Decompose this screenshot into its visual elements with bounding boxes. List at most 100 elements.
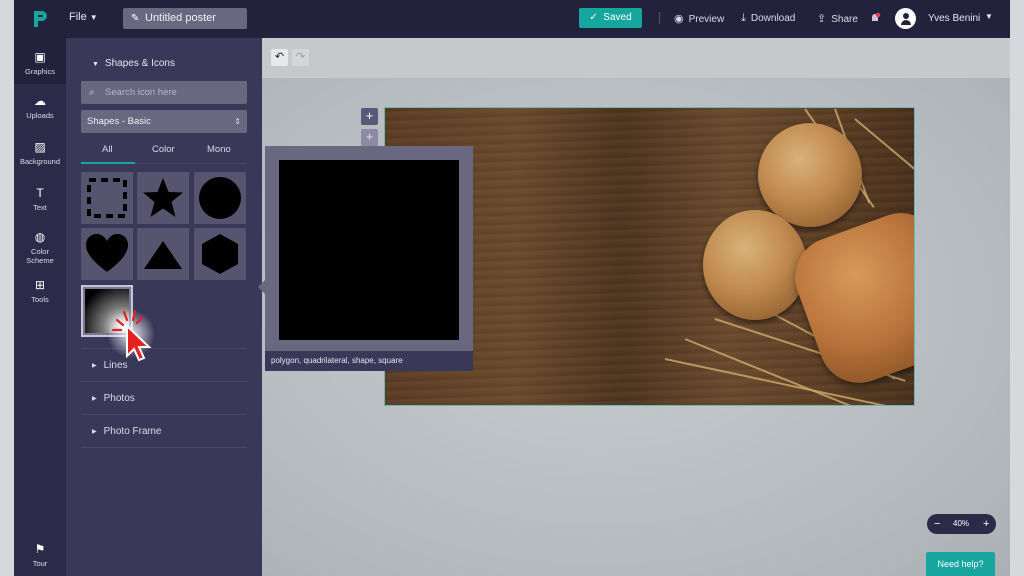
tab-all[interactable]: All <box>102 144 113 155</box>
category-label: Photo Frame <box>103 426 162 437</box>
nav-item-tools[interactable]: ⊞ Tools <box>14 278 66 304</box>
app-window: File ▼ ✎ Untitled poster ✓ Saved ◉ Preview… <box>14 0 1010 576</box>
nav-item-color-scheme[interactable]: ◍ Color Scheme <box>14 230 66 265</box>
shape-tile-dashed-square[interactable] <box>81 172 133 224</box>
preview-pointer <box>258 280 265 294</box>
dashed-square-icon <box>87 178 127 218</box>
file-menu[interactable]: File ▼ <box>69 11 98 23</box>
nav-item-tour[interactable]: ⚑ Tour <box>14 542 66 568</box>
nav-item-label: Background <box>19 157 61 166</box>
text-icon: T <box>36 186 44 200</box>
share-icon: ⇪ <box>817 13 827 25</box>
signpost-icon: ⚑ <box>34 542 46 556</box>
background-pattern-icon: ▨ <box>34 140 46 154</box>
pencil-icon: ✎ <box>131 13 140 24</box>
avatar[interactable] <box>895 8 916 29</box>
palette-icon: ◍ <box>34 230 46 244</box>
share-label: Share <box>831 14 858 25</box>
canvas-toolbar <box>262 38 1010 78</box>
caret-right-icon: ▶ <box>92 396 97 402</box>
nav-item-background[interactable]: ▨ Background <box>14 140 66 166</box>
add-page-button[interactable]: + <box>361 108 378 125</box>
chevron-down-icon: ▼ <box>89 13 98 22</box>
star-icon <box>143 178 183 217</box>
app-logo-icon[interactable] <box>32 10 48 28</box>
nav-item-graphics[interactable]: ▣ Graphics <box>14 38 66 84</box>
nav-item-label: Text <box>33 203 47 212</box>
circle-icon <box>199 177 241 219</box>
redo-icon: ↷ <box>295 51 306 63</box>
select-arrows-icon: ⇕ <box>234 117 241 126</box>
hexagon-icon <box>202 234 238 274</box>
shape-tile-star[interactable] <box>137 172 189 224</box>
redo-button[interactable]: ↷ <box>292 49 309 66</box>
shape-tile-triangle[interactable] <box>137 228 189 280</box>
nav-item-label: Graphics <box>24 67 55 76</box>
shape-preview-tooltip: polygon, quadrilateral, shape, square <box>265 146 473 371</box>
nav-item-label: Tour <box>32 559 48 568</box>
category-photo-frame[interactable]: ▶ Photo Frame <box>81 414 247 447</box>
shape-tile-heart[interactable] <box>81 228 133 280</box>
saved-button[interactable]: ✓ Saved <box>579 8 642 28</box>
active-tab-indicator <box>81 162 135 164</box>
zoom-in-button[interactable]: + <box>983 514 989 534</box>
preview-caption: polygon, quadrilateral, shape, square <box>265 351 473 371</box>
left-nav: ▣ Graphics ☁ Uploads ▨ Background T Text… <box>14 38 66 576</box>
category-photos[interactable]: ▶ Photos <box>81 381 247 414</box>
need-help-button[interactable]: Need help? <box>926 552 995 576</box>
nav-item-text[interactable]: T Text <box>14 186 66 212</box>
poster-title-input[interactable]: ✎ Untitled poster <box>123 8 247 29</box>
notification-bell-icon[interactable] <box>869 12 881 24</box>
user-name[interactable]: Yves Benini <box>928 13 980 24</box>
chevron-down-icon[interactable]: ▼ <box>985 12 993 21</box>
page-options-button[interactable]: + <box>361 129 378 146</box>
eye-icon: ◉ <box>674 13 684 25</box>
tab-mono[interactable]: Mono <box>207 144 231 155</box>
top-bar: File ▼ ✎ Untitled poster ✓ Saved ◉ Preview… <box>14 0 1010 38</box>
download-icon: ⤓ <box>741 12 746 24</box>
preview-button[interactable]: ◉ Preview <box>674 12 724 25</box>
category-label: Photos <box>103 393 135 404</box>
search-input[interactable]: ⌕ Search icon here <box>81 81 247 104</box>
saved-label: Saved <box>603 12 632 23</box>
undo-button[interactable]: ↶ <box>271 49 288 66</box>
shapes-panel: ▼ Shapes & Icons ⌕ Search icon here Shape… <box>66 38 262 576</box>
cloud-upload-icon: ☁ <box>34 94 46 108</box>
plus-icon: + <box>365 129 374 144</box>
file-menu-label: File <box>69 11 87 23</box>
category-select-value: Shapes - Basic <box>87 116 151 127</box>
image-icon: ▣ <box>34 50 46 64</box>
preview-label: Preview <box>688 14 725 25</box>
nav-item-label: Color Scheme <box>26 247 54 265</box>
zoom-control: − 40% + <box>927 514 996 534</box>
section-title: Shapes & Icons <box>104 58 175 69</box>
section-header-shapes-icons[interactable]: ▼ Shapes & Icons <box>92 58 175 69</box>
toolbar-divider <box>659 12 660 24</box>
nav-item-label: Tools <box>31 295 49 304</box>
search-placeholder: Search icon here <box>105 87 177 98</box>
cursor-click-icon <box>109 309 155 362</box>
triangle-icon <box>144 241 182 269</box>
plus-icon: + <box>365 108 374 123</box>
zoom-level: 40% <box>953 519 970 528</box>
shape-tile-circle[interactable] <box>194 172 246 224</box>
toolbox-icon: ⊞ <box>34 278 46 292</box>
caret-right-icon: ▶ <box>92 429 97 435</box>
square-preview-icon <box>279 160 459 340</box>
download-button[interactable]: ⤓ Download <box>741 12 795 25</box>
nav-item-uploads[interactable]: ☁ Uploads <box>14 94 66 120</box>
caret-right-icon: ▶ <box>92 363 97 369</box>
poster-title-text: Untitled poster <box>145 12 216 24</box>
category-select[interactable]: Shapes - Basic ⇕ <box>81 110 247 133</box>
shape-tile-hexagon[interactable] <box>194 228 246 280</box>
caret-down-icon: ▼ <box>92 61 99 68</box>
heart-icon <box>86 234 128 272</box>
tab-color[interactable]: Color <box>152 144 175 155</box>
zoom-out-button[interactable]: − <box>934 514 940 534</box>
search-icon: ⌕ <box>89 87 95 98</box>
category-divider <box>81 447 247 448</box>
category-lines[interactable]: ▶ Lines <box>81 348 247 381</box>
nav-item-label: Uploads <box>26 111 54 120</box>
download-label: Download <box>750 13 796 24</box>
share-button[interactable]: ⇪ Share <box>817 12 858 25</box>
